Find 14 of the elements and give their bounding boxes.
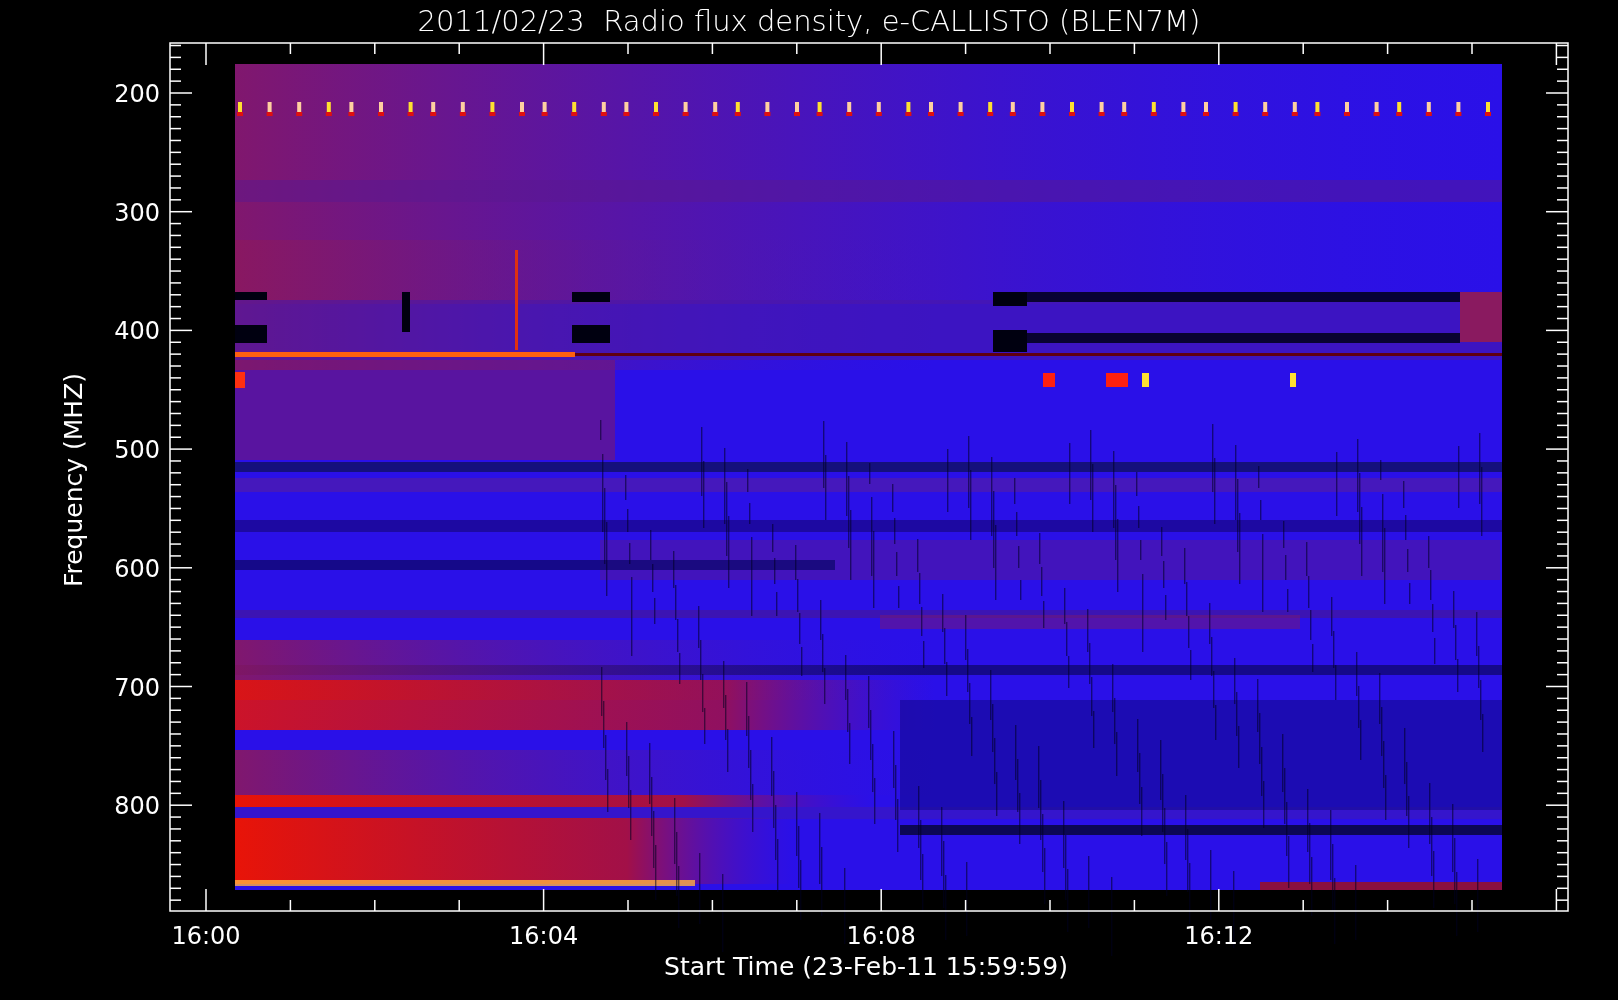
tick-label: 300 — [114, 198, 160, 227]
axis-title: Start Time (23-Feb-11 15:59:59) — [664, 952, 1068, 981]
tick-label: 200 — [114, 80, 160, 108]
tick-label: 16:04 — [509, 922, 579, 950]
tick-label: 500 — [114, 436, 160, 465]
tick-label: 16:08 — [846, 922, 916, 950]
tick-label: 16:00 — [171, 922, 241, 950]
tick-label: 800 — [114, 792, 160, 821]
axis-title: Frequency (MHZ) — [59, 372, 88, 588]
tick-label: 16:12 — [1184, 922, 1254, 950]
chart-title: 2011/02/23 Radio flux density, e-CALLISTO (BLEN7M) — [417, 4, 1201, 38]
tick-label: 600 — [114, 554, 160, 583]
tick-label: 400 — [114, 317, 160, 346]
tick-label: 700 — [114, 673, 160, 702]
